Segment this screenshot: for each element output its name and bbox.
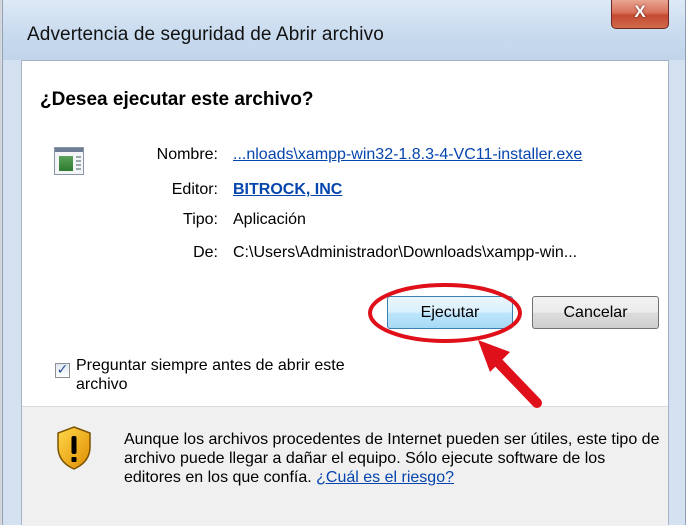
- cancel-button[interactable]: Cancelar: [532, 296, 659, 329]
- file-name-link[interactable]: ...nloads\xampp-win32-1.8.3-4-VC11-insta…: [233, 146, 582, 163]
- warning-footer: Aunque los archivos procedentes de Inter…: [22, 407, 668, 526]
- close-button[interactable]: X: [611, 0, 669, 29]
- from-label: De:: [193, 244, 218, 261]
- window-title: Advertencia de seguridad de Abrir archiv…: [27, 24, 384, 45]
- name-label: Nombre:: [156, 146, 218, 163]
- run-button[interactable]: Ejecutar: [387, 296, 513, 329]
- risk-link[interactable]: ¿Cuál es el riesgo?: [316, 469, 454, 486]
- close-icon: X: [634, 2, 646, 21]
- publisher-link[interactable]: BITROCK, INC: [233, 181, 342, 198]
- checkmark-icon: ✓: [56, 361, 69, 377]
- executable-file-icon: [54, 147, 84, 175]
- warning-text: Aunque los archivos procedentes de Inter…: [124, 430, 664, 487]
- dialog-body: ¿Desea ejecutar este archivo? Nombre: ..…: [21, 60, 669, 526]
- always-ask-label[interactable]: Preguntar siempre antes de abrir este ar…: [76, 356, 376, 394]
- type-label: Tipo:: [183, 211, 218, 228]
- publisher-value[interactable]: BITROCK, INC: [233, 181, 342, 199]
- security-warning-dialog: Advertencia de seguridad de Abrir archiv…: [2, 0, 686, 526]
- publisher-label: Editor:: [171, 181, 218, 198]
- title-bar[interactable]: Advertencia de seguridad de Abrir archiv…: [3, 0, 685, 60]
- type-value: Aplicación: [233, 211, 306, 228]
- from-value: C:\Users\Administrador\Downloads\xampp-w…: [233, 244, 578, 261]
- name-value[interactable]: ...nloads\xampp-win32-1.8.3-4-VC11-insta…: [233, 146, 582, 164]
- always-ask-checkbox[interactable]: ✓: [55, 361, 70, 378]
- shield-warning-icon: [57, 426, 91, 470]
- dialog-heading: ¿Desea ejecutar este archivo?: [40, 89, 314, 110]
